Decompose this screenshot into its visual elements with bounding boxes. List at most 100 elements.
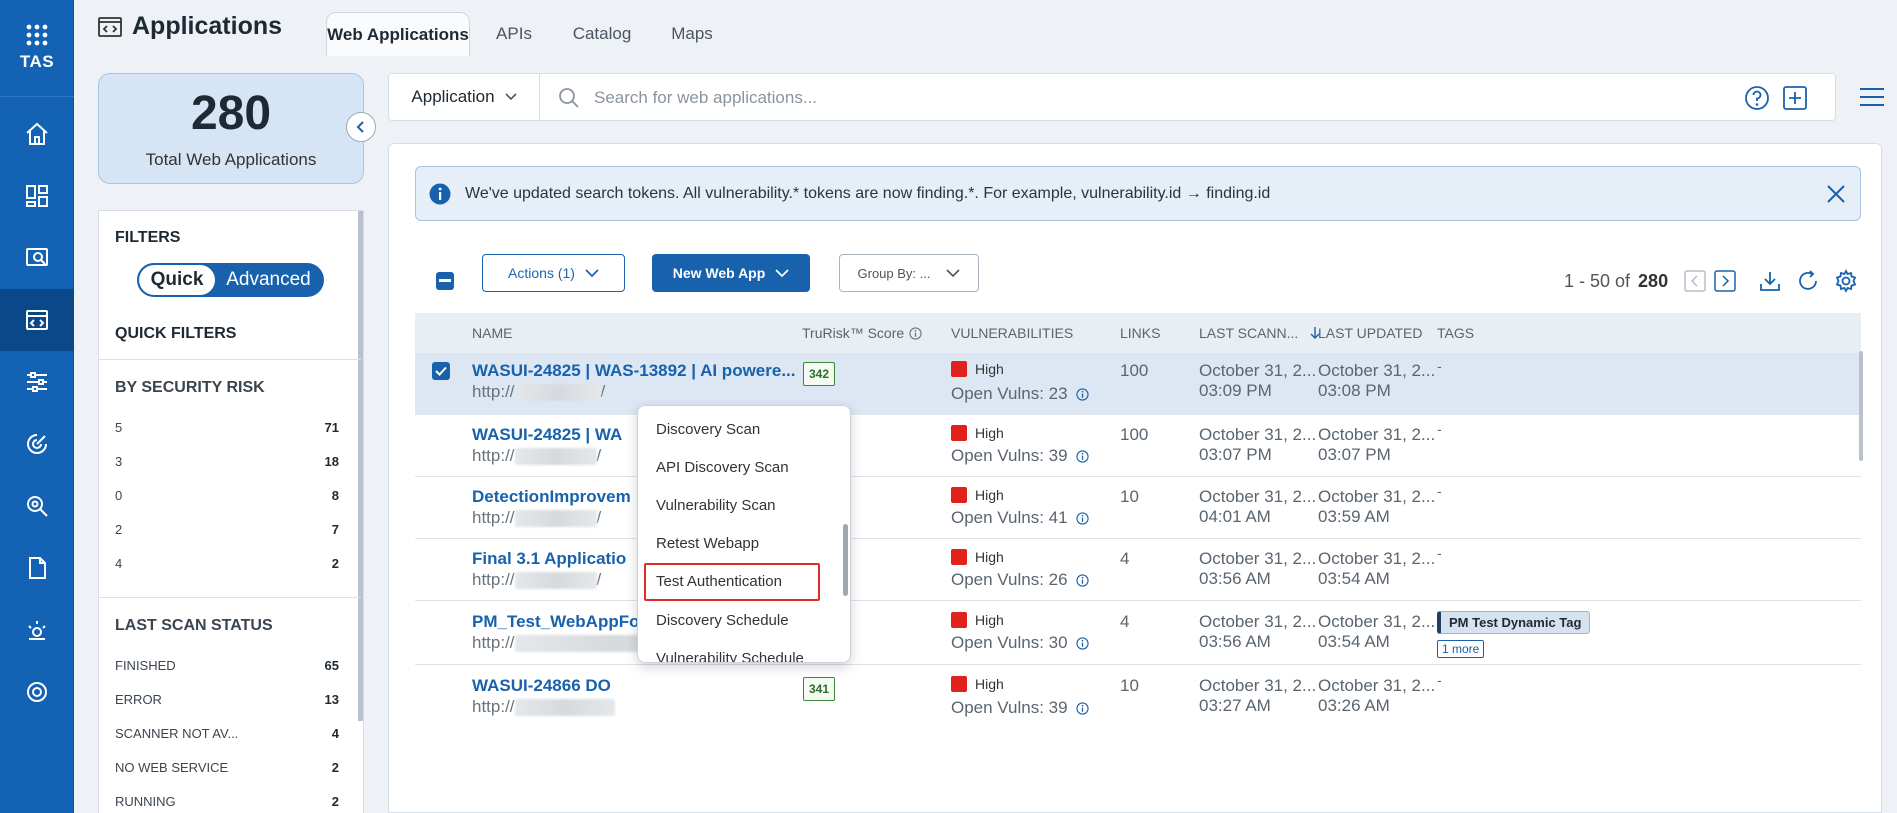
col-links[interactable]: LINKS [1120, 325, 1160, 341]
more-tags-link[interactable]: 1 more [1437, 640, 1485, 658]
next-page-icon[interactable] [1714, 270, 1736, 292]
info-icon[interactable] [1075, 701, 1089, 715]
filter-item[interactable]: ERROR 13 [115, 692, 339, 707]
close-icon[interactable] [1826, 184, 1846, 204]
table-row[interactable]: PM_Test_WebAppFor_API_Scanning http://s/… [415, 601, 1861, 665]
trurisk-score: 342 [803, 362, 835, 386]
actions-dropdown-button[interactable]: Actions (1) [482, 254, 625, 292]
row-checkbox[interactable] [432, 362, 450, 380]
filter-mode-toggle[interactable]: Quick Advanced [137, 263, 324, 297]
nav-ideas[interactable] [0, 599, 74, 661]
menu-item-api-discovery-scan[interactable]: API Discovery Scan [656, 459, 789, 476]
filter-item[interactable]: 3 18 [115, 454, 339, 469]
table-row[interactable]: WASUI-24825 | WA http:/// 345 High Open … [415, 415, 1861, 477]
menu-item-discovery-schedule[interactable]: Discovery Schedule [656, 612, 789, 629]
last-scanned-time: 03:27 AM [1199, 696, 1271, 715]
filter-item[interactable]: 08 [115, 488, 339, 503]
nav-radar[interactable] [0, 413, 74, 475]
nav-settings[interactable] [0, 351, 74, 413]
tab-catalog[interactable]: Catalog [556, 12, 648, 56]
nav-integrations[interactable] [0, 661, 74, 723]
col-tags[interactable]: TAGS [1437, 325, 1474, 341]
info-icon[interactable] [909, 326, 922, 340]
nav-dashboard[interactable] [0, 165, 74, 227]
last-updated-time: 03:54 AM [1318, 632, 1390, 651]
severity: High [951, 361, 1004, 377]
filter-item[interactable]: NO WEB SERVICE 2 [115, 760, 339, 775]
filter-item[interactable]: FINISHED 65 [115, 658, 339, 673]
open-vulns: Open Vulns: 26 [951, 570, 1089, 590]
grid-menu-icon[interactable] [26, 24, 48, 46]
search-scope-select[interactable]: Application [389, 74, 540, 120]
info-icon[interactable] [1075, 449, 1089, 463]
table-row[interactable]: WASUI-24825 | WAS-13892 | AI powere... h… [415, 353, 1861, 415]
refresh-icon[interactable] [1796, 269, 1820, 293]
info-icon[interactable] [1075, 387, 1089, 401]
col-name[interactable]: NAME [472, 325, 512, 341]
info-icon[interactable] [1075, 511, 1089, 525]
download-icon[interactable] [1758, 269, 1782, 293]
last-scanned-date: October 31, 2... [1199, 361, 1317, 380]
app-name-link[interactable]: WASUI-24825 | WAS-13892 | AI powere... [472, 361, 796, 381]
app-switcher[interactable]: TAS [0, 0, 74, 97]
tab-label: Maps [671, 24, 713, 43]
collapse-panel-button[interactable] [346, 112, 376, 142]
nav-scans[interactable] [0, 227, 74, 289]
quick-mode-option[interactable]: Quick [139, 265, 215, 295]
last-scanned-time: 03:56 AM [1199, 632, 1271, 651]
info-icon[interactable] [1075, 636, 1089, 650]
last-scanned-date: October 31, 2... [1199, 487, 1317, 506]
app-name-link[interactable]: WASUI-24866 DO [472, 676, 611, 696]
menu-item-discovery-scan[interactable]: Discovery Scan [656, 421, 760, 438]
app-name-link[interactable]: WASUI-24825 | WA [472, 425, 622, 445]
filter-item[interactable]: 42 [115, 556, 339, 571]
app-name-link[interactable]: DetectionImprovem [472, 487, 631, 507]
links-count: 100 [1120, 425, 1149, 444]
table-row[interactable]: DetectionImprovem http:/// 346 High Open… [415, 477, 1861, 539]
nav-web-apps[interactable] [0, 289, 74, 351]
filter-item[interactable]: 27 [115, 522, 339, 537]
col-last-updated[interactable]: LAST UPDATED [1318, 325, 1423, 341]
tag-chip[interactable]: PM Test Dynamic Tag [1437, 611, 1591, 634]
severity-high-marker [951, 425, 967, 441]
add-icon[interactable] [1782, 85, 1808, 111]
table-row[interactable]: Final 3.1 Applicatio http:/// 340 High O… [415, 539, 1861, 601]
table-scrollbar[interactable] [1859, 351, 1863, 461]
prev-page-icon[interactable] [1684, 270, 1706, 292]
filters-scrollbar[interactable] [358, 211, 363, 721]
nav-home[interactable] [0, 103, 74, 165]
actions-menu: Discovery Scan API Discovery Scan Vulner… [637, 405, 851, 663]
col-vulnerabilities[interactable]: VULNERABILITIES [951, 325, 1073, 341]
info-icon[interactable] [1075, 573, 1089, 587]
select-all-checkbox[interactable] [436, 272, 454, 290]
hamburger-menu-icon[interactable] [1859, 86, 1885, 108]
group-by-select[interactable]: Group By: ... [839, 254, 979, 292]
sliders-icon [27, 372, 47, 392]
search-input[interactable] [594, 86, 1494, 110]
nav-findings[interactable] [0, 475, 74, 537]
open-vulns: Open Vulns: 39 [951, 446, 1089, 466]
tab-maps[interactable]: Maps [654, 12, 730, 56]
last-updated-time: 03:08 PM [1318, 381, 1391, 400]
col-last-scanned[interactable]: LAST SCANN... [1199, 325, 1320, 341]
advanced-mode-option[interactable]: Advanced [215, 265, 322, 295]
last-updated-time: 03:07 PM [1318, 445, 1391, 464]
tab-web-applications[interactable]: Web Applications [326, 12, 470, 56]
tab-label: Web Applications [327, 24, 469, 44]
app-name-link[interactable]: Final 3.1 Applicatio [472, 549, 626, 569]
new-web-app-button[interactable]: New Web App [652, 254, 810, 292]
menu-item-vulnerability-schedule[interactable]: Vulnerability Schedule [656, 650, 804, 662]
menu-scrollbar[interactable] [843, 524, 848, 596]
menu-item-retest-webapp[interactable]: Retest Webapp [656, 535, 759, 552]
table-row[interactable]: WASUI-24866 DO http:// 341 High Open Vul… [415, 665, 1861, 727]
filter-item[interactable]: RUNNING 2 [115, 794, 339, 809]
col-score[interactable]: TruRisk™ Score [802, 325, 922, 341]
nav-reports[interactable] [0, 537, 74, 599]
help-icon[interactable] [1744, 85, 1770, 111]
last-scanned-time: 04:01 AM [1199, 507, 1271, 526]
tab-apis[interactable]: APIs [478, 12, 550, 56]
filter-item[interactable]: SCANNER NOT AV... 4 [115, 726, 339, 741]
menu-item-vulnerability-scan[interactable]: Vulnerability Scan [656, 497, 776, 514]
filter-item[interactable]: 5 71 [115, 420, 339, 435]
settings-gear-icon[interactable] [1834, 269, 1858, 293]
